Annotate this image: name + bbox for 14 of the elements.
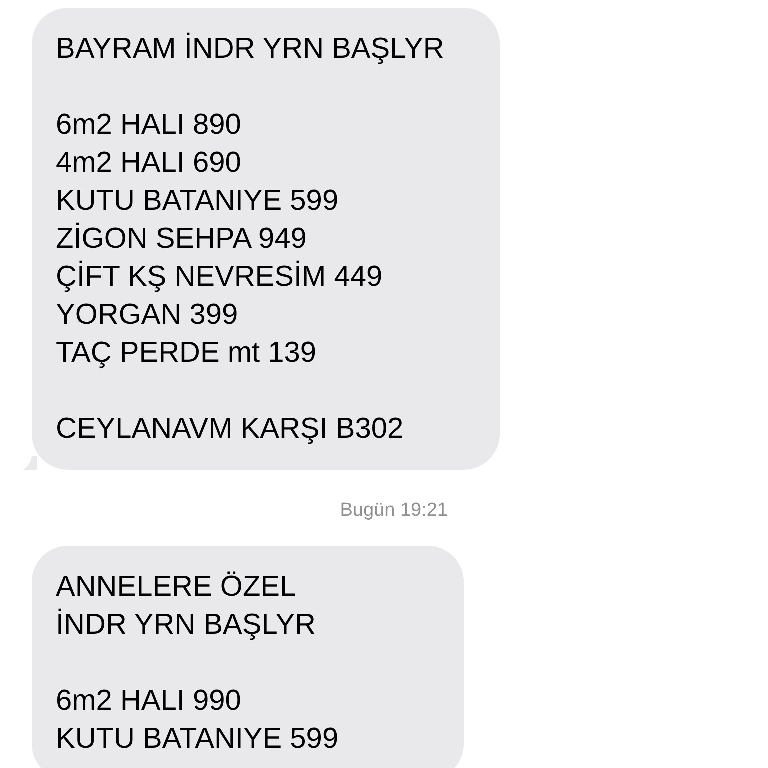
message-text: YORGAN 399	[56, 298, 240, 333]
message-text: TAÇ PERDE mt 139	[56, 336, 318, 371]
message-text: CEYLANAVM KARŞI B302	[56, 412, 405, 447]
message-text: BAYRAM İNDR YRN BAŞLYR	[56, 32, 446, 67]
message-text: 6m2 HALI 990	[56, 684, 242, 719]
message-text: KUTU BATANIYE 599	[56, 184, 340, 219]
message-timestamp: Bugün 19:21	[339, 500, 449, 522]
message-text: KUTU BATANIYE 599	[56, 722, 340, 757]
message-text: ÇİFT KŞ NEVRESİM 449	[56, 260, 384, 295]
message-text: ZİGON SEHPA 949	[56, 222, 308, 257]
message-text: 6m2 HALI 890	[56, 108, 242, 143]
message-text: 4m2 HALI 690	[56, 146, 242, 181]
message-text: İNDR YRN BAŞLYR	[56, 608, 317, 643]
message-text: ANNELERE ÖZEL	[56, 570, 298, 605]
